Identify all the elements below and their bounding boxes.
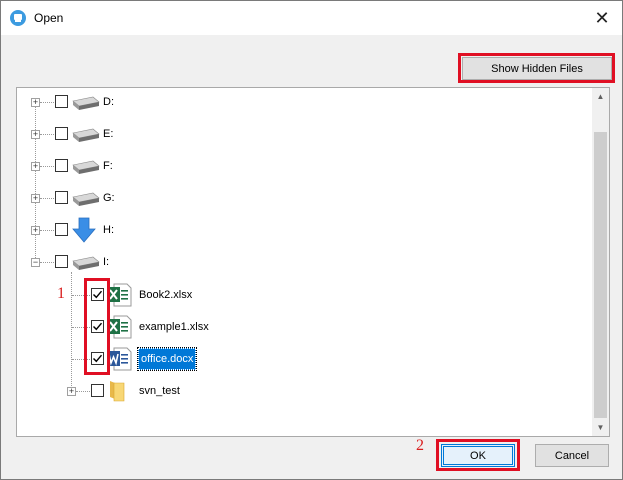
- excel-file-icon: [107, 315, 132, 339]
- drive-label: H:: [103, 224, 114, 236]
- ok-button[interactable]: OK: [441, 444, 515, 467]
- close-button[interactable]: ✕: [582, 1, 622, 35]
- tree-connector: [40, 198, 54, 199]
- expand-toggle[interactable]: +: [31, 226, 40, 235]
- title-bar: Open ✕: [1, 1, 622, 35]
- tree-connector: [40, 134, 54, 135]
- word-file-icon: [107, 347, 132, 371]
- drive-label: E:: [103, 128, 114, 140]
- app-icon: [10, 10, 26, 26]
- vertical-scrollbar[interactable]: ▲ ▼: [592, 88, 609, 436]
- scroll-up-icon[interactable]: ▲: [592, 88, 609, 105]
- annotation-marker-2: 2: [416, 437, 424, 454]
- drive-label: D:: [103, 96, 114, 108]
- checkmark-icon: [93, 354, 103, 363]
- scrollbar-thumb[interactable]: [594, 132, 607, 418]
- excel-file-icon: [107, 283, 132, 307]
- checkbox[interactable]: [91, 352, 104, 365]
- download-arrow-icon: [72, 217, 96, 243]
- drive-icon: [72, 256, 100, 270]
- checkbox[interactable]: [55, 223, 68, 236]
- cancel-label: Cancel: [554, 449, 590, 462]
- checkbox[interactable]: [55, 95, 68, 108]
- drive-label: I:: [103, 256, 110, 268]
- file-label-selected: office.docx: [136, 347, 198, 371]
- tree-row-drive[interactable]: + D:: [17, 90, 587, 114]
- ok-label: OK: [470, 449, 486, 462]
- tree-row-file[interactable]: Book2.xlsx: [17, 283, 587, 307]
- tree-row-drive[interactable]: + G:: [17, 186, 587, 210]
- file-label: example1.xlsx: [139, 321, 209, 333]
- tree-connector: [40, 230, 54, 231]
- checkbox[interactable]: [91, 320, 104, 333]
- window-title: Open: [34, 11, 64, 25]
- annotation-marker-1: 1: [57, 285, 65, 302]
- checkbox[interactable]: [91, 384, 104, 397]
- tree-row-drive[interactable]: + E:: [17, 122, 587, 146]
- expand-toggle[interactable]: +: [31, 98, 40, 107]
- tree-connector: [72, 359, 90, 360]
- folder-icon: [110, 381, 125, 402]
- tree-row-folder[interactable]: + svn_test: [17, 379, 587, 403]
- scroll-down-icon[interactable]: ▼: [592, 419, 609, 436]
- expand-toggle[interactable]: +: [31, 130, 40, 139]
- checkmark-icon: [93, 322, 103, 331]
- tree-row-drive[interactable]: + H:: [17, 217, 587, 243]
- drive-icon: [72, 192, 100, 206]
- checkbox[interactable]: [55, 159, 68, 172]
- expand-toggle[interactable]: +: [67, 387, 76, 396]
- drive-icon: [72, 128, 100, 142]
- checkmark-icon: [93, 290, 103, 299]
- cancel-button[interactable]: Cancel: [535, 444, 609, 467]
- checkbox[interactable]: [55, 191, 68, 204]
- checkbox[interactable]: [55, 127, 68, 140]
- open-dialog: Open ✕ Show Hidden Files + D: + E: + F: …: [0, 0, 623, 480]
- tree-row-file[interactable]: example1.xlsx: [17, 315, 587, 339]
- tree-row-drive[interactable]: − I:: [17, 250, 587, 274]
- expand-toggle[interactable]: +: [31, 194, 40, 203]
- checkbox[interactable]: [91, 288, 104, 301]
- show-hidden-files-button[interactable]: Show Hidden Files: [462, 57, 612, 80]
- collapse-toggle[interactable]: −: [31, 258, 40, 267]
- tree-row-file[interactable]: office.docx: [17, 347, 587, 371]
- close-icon[interactable]: ✕: [594, 8, 609, 29]
- drive-label: G:: [103, 192, 115, 204]
- tree-connector: [40, 166, 54, 167]
- drive-icon: [72, 96, 100, 110]
- file-label: Book2.xlsx: [139, 289, 193, 301]
- expand-toggle[interactable]: +: [31, 162, 40, 171]
- checkbox[interactable]: [55, 255, 68, 268]
- tree-connector: [72, 327, 90, 328]
- tree-connector: [76, 391, 90, 392]
- tree-connector: [40, 102, 54, 103]
- file-tree[interactable]: + D: + E: + F: + G: + H: − I: Book2.xlsx…: [16, 87, 610, 437]
- drive-icon: [72, 160, 100, 174]
- tree-connector: [40, 262, 54, 263]
- drive-label: F:: [103, 160, 113, 172]
- folder-label: svn_test: [139, 385, 180, 397]
- show-hidden-files-label: Show Hidden Files: [491, 62, 583, 75]
- tree-connector: [72, 295, 90, 296]
- tree-row-drive[interactable]: + F:: [17, 154, 587, 178]
